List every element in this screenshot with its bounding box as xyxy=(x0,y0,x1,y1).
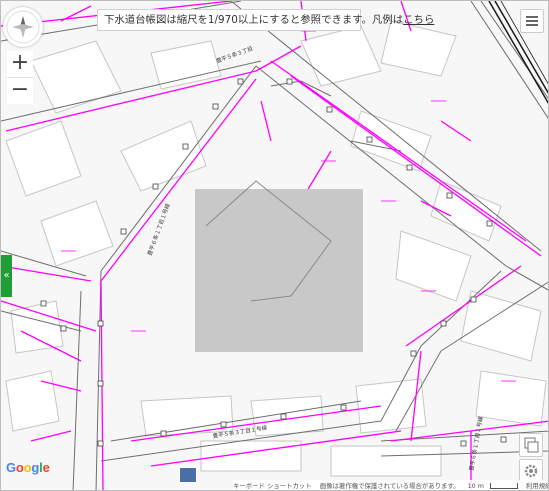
zoom-out-button[interactable]: − xyxy=(7,77,33,104)
notice-banner: 下水道台帳図は縮尺を1/970以上にすると参照できます。凡例はこちら xyxy=(97,9,434,31)
map-app: 豊平５条３丁目 豊平６条１丁目１号線 豊平５条３丁目１号線 豊平６条１丁目１号線… xyxy=(0,0,549,491)
street-view-thumbnail[interactable] xyxy=(179,467,197,483)
scale-label: 10 m xyxy=(467,482,484,490)
layers-icon xyxy=(524,437,539,453)
attribution-bar: キーボード ショートカット 画像は著作権で保護されている場合があります。 10 … xyxy=(233,480,548,490)
sewer-map[interactable]: 豊平５条３丁目 豊平６条１丁目１号線 豊平５条３丁目１号線 豊平６条１丁目１号線 xyxy=(1,1,549,491)
terms-link[interactable]: 利用規約 xyxy=(526,482,548,490)
keyboard-shortcuts-link[interactable]: キーボード ショートカット xyxy=(233,482,312,490)
google-logo: Google xyxy=(6,460,50,475)
legend-link[interactable]: こちら xyxy=(403,14,434,26)
menu-button[interactable] xyxy=(520,9,544,33)
notice-text: 下水道台帳図は縮尺を1/970以上にすると参照できます。凡例は xyxy=(104,14,404,26)
compass-control[interactable] xyxy=(3,7,43,47)
compass-icon xyxy=(6,10,40,44)
side-panel-toggle[interactable]: « xyxy=(1,255,12,297)
imagery-notice: 画像は著作権で保護されている場合があります。 xyxy=(319,482,460,490)
zoom-in-button[interactable]: + xyxy=(7,51,33,77)
gear-icon xyxy=(524,464,538,478)
scale-bar xyxy=(489,483,518,489)
layers-button[interactable] xyxy=(519,433,543,457)
